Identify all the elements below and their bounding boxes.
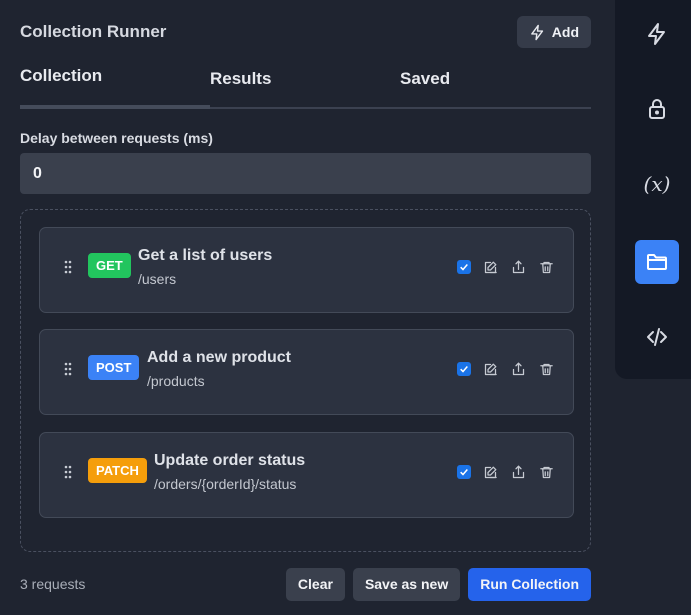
share-icon[interactable] [509,258,527,276]
edit-icon[interactable] [481,360,499,378]
include-checkbox[interactable] [457,260,471,274]
clear-button[interactable]: Clear [285,567,345,601]
panel-header: Collection Runner Add [20,0,591,66]
app-root: Collection Runner Add Collection Results… [0,0,691,615]
sidebar-item-runner[interactable] [635,12,679,56]
lightning-icon [529,24,546,41]
sidebar-item-variables[interactable]: (x) [635,162,679,206]
method-badge: POST [88,355,140,380]
add-button[interactable]: Add [516,16,591,48]
lightning-icon [645,22,669,46]
request-actions [457,258,555,276]
request-name: Add a new product [147,349,291,366]
method-badge: GET [88,253,131,278]
folder-icon [645,250,669,274]
tab-bar: Collection Results Saved [20,66,591,110]
drag-handle-icon[interactable] [63,362,73,376]
tool-sidebar: (x) [615,0,691,379]
request-actions [457,360,555,378]
drag-handle-icon[interactable] [63,465,73,479]
request-card-post-product[interactable]: POST Add a new product /products [39,329,574,415]
trash-icon[interactable] [537,258,555,276]
trash-icon[interactable] [537,463,555,481]
request-path: /orders/{orderId}/status [154,476,297,492]
code-icon [645,325,669,349]
tab-collection[interactable]: Collection [20,66,210,110]
request-path: /users [138,271,177,287]
request-name: Update order status [154,452,306,469]
request-list: GET Get a list of users /users POST Add … [20,209,591,552]
variables-icon: (x) [643,172,671,196]
drag-handle-icon[interactable] [63,260,73,274]
delay-input[interactable] [20,153,591,194]
trash-icon[interactable] [537,360,555,378]
request-count: 3 requests [20,576,86,592]
tab-saved[interactable]: Saved [400,66,590,110]
page-title: Collection Runner [20,22,167,41]
share-icon[interactable] [509,463,527,481]
lock-icon [645,97,669,121]
edit-icon[interactable] [481,258,499,276]
sidebar-item-code[interactable] [635,315,679,359]
request-name: Get a list of users [138,247,273,264]
share-icon[interactable] [509,360,527,378]
request-actions [457,463,555,481]
save-as-new-button[interactable]: Save as new [352,567,461,601]
include-checkbox[interactable] [457,465,471,479]
request-card-patch-order[interactable]: PATCH Update order status /orders/{order… [39,432,574,518]
tab-results[interactable]: Results [210,66,400,110]
runner-footer: 3 requests Clear Save as new Run Collect… [20,567,591,601]
include-checkbox[interactable] [457,362,471,376]
sidebar-item-auth[interactable] [635,87,679,131]
delay-label: Delay between requests (ms) [20,130,213,146]
sidebar-item-collections[interactable] [635,240,679,284]
method-badge: PATCH [88,458,147,483]
run-collection-button[interactable]: Run Collection [468,567,591,601]
request-path: /products [147,373,205,389]
edit-icon[interactable] [481,463,499,481]
add-button-label: Add [551,24,579,40]
request-card-get-users[interactable]: GET Get a list of users /users [39,227,574,313]
footer-buttons: Clear Save as new Run Collection [285,567,591,601]
